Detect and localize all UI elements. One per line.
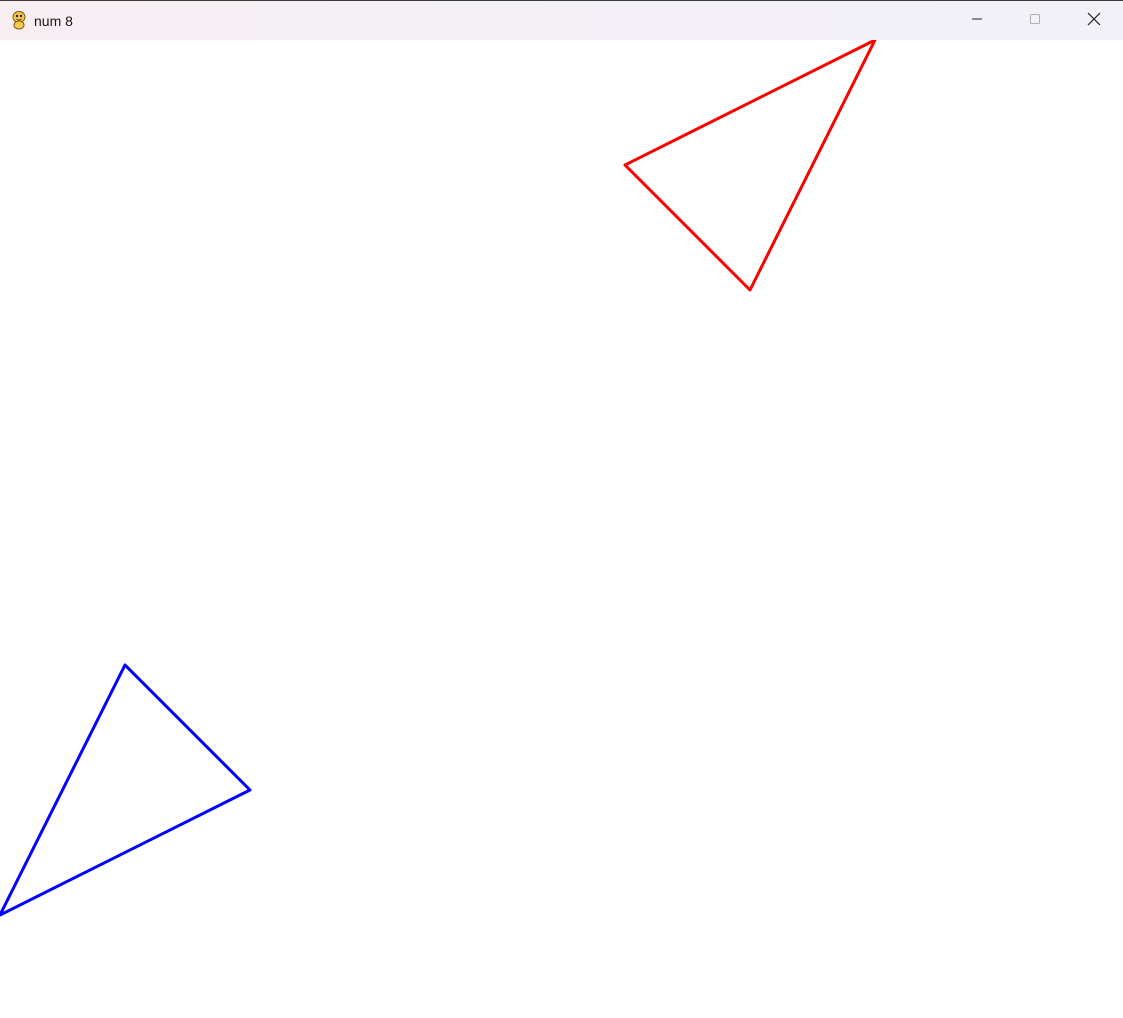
blue-triangle <box>0 663 252 917</box>
close-button[interactable] <box>1065 1 1123 41</box>
maximize-icon <box>1029 12 1041 30</box>
drawing-canvas[interactable] <box>0 38 1123 1013</box>
maximize-button[interactable] <box>1006 1 1064 41</box>
python-icon <box>9 10 29 30</box>
title-bar[interactable]: num 8 <box>0 0 1123 40</box>
window-title: num 8 <box>34 13 73 29</box>
minimize-icon <box>971 12 983 30</box>
minimize-button[interactable] <box>948 1 1006 41</box>
red-triangle <box>623 38 877 292</box>
app-window: num 8 <box>0 0 1123 1013</box>
close-icon <box>1087 12 1101 31</box>
